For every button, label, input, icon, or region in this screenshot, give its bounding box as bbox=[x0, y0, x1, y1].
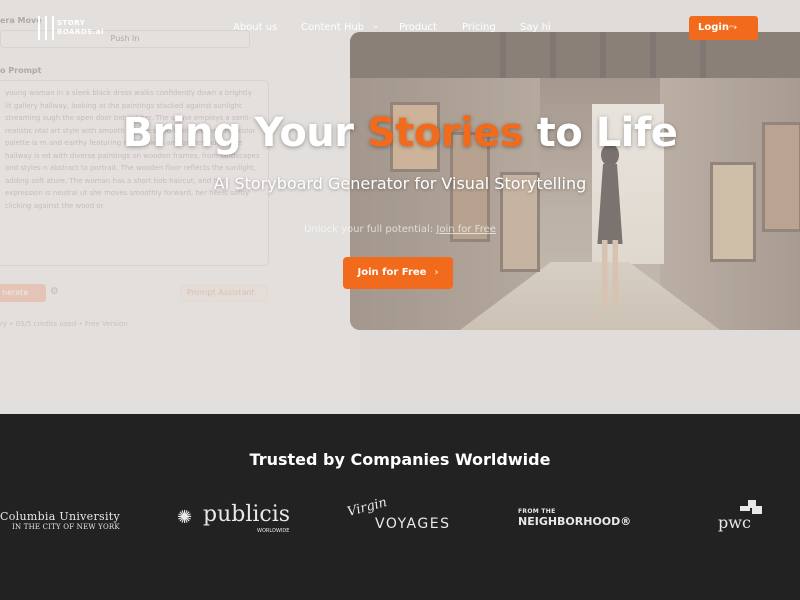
hero-section: era Move Push In o Prompt young woman in… bbox=[0, 0, 800, 414]
trusted-title: Trusted by Companies Worldwide bbox=[249, 450, 551, 469]
hero-title: Bring Your Stories to Life bbox=[0, 110, 800, 156]
pwc-name: pwc bbox=[718, 513, 751, 532]
top-navigation: STORY BOARDS.ai About us Content Hub ⌄ P… bbox=[0, 0, 800, 56]
join-for-free-button[interactable]: Join for Free › bbox=[343, 257, 453, 289]
columbia-tagline: IN THE CITY OF NEW YORK bbox=[12, 523, 120, 531]
logo-text-line2: BOARDS.ai bbox=[57, 28, 105, 36]
neighborhood-from: FROM THE bbox=[518, 508, 556, 515]
publicis-sub: WORLDWIDE bbox=[257, 528, 290, 534]
nav-item-product[interactable]: Product bbox=[399, 22, 437, 33]
nav-item-content-hub[interactable]: Content Hub bbox=[301, 22, 364, 33]
nav-item-about-us[interactable]: About us bbox=[233, 22, 277, 33]
login-label: Login bbox=[698, 22, 729, 33]
columbia-university-logo: Columbia University IN THE CITY OF NEW Y… bbox=[0, 510, 120, 531]
hero-overlay bbox=[0, 0, 800, 414]
columbia-name: Columbia University bbox=[0, 510, 121, 523]
voyages-word: VOYAGES bbox=[375, 516, 451, 532]
squiggle-arrow-icon: ⤳ bbox=[729, 22, 737, 33]
chevron-down-icon[interactable]: ⌄ bbox=[372, 21, 380, 31]
from-the-neighborhood-logo: FROM THE NEIGHBORHOOD® bbox=[518, 508, 631, 528]
logo-text-line1: STORY bbox=[57, 19, 86, 27]
storyboards-logo[interactable]: STORY BOARDS.ai bbox=[38, 16, 104, 40]
lion-emblem-icon: ✺ bbox=[177, 507, 193, 528]
publicis-name: publicis bbox=[203, 502, 291, 527]
nav-item-pricing[interactable]: Pricing bbox=[462, 22, 496, 33]
hero-note: Unlock your full potential: Join for Fre… bbox=[0, 224, 800, 235]
hero-note-text: Unlock your full potential: bbox=[304, 224, 437, 235]
join-for-free-label: Join for Free bbox=[357, 267, 427, 278]
logo-mark-icon bbox=[38, 16, 54, 40]
hero-subtitle: AI Storyboard Generator for Visual Story… bbox=[213, 174, 587, 193]
hero-title-accent: Stories bbox=[366, 110, 524, 156]
hero-title-end: to Life bbox=[523, 110, 678, 156]
trusted-by-section: Trusted by Companies Worldwide Columbia … bbox=[0, 414, 800, 600]
chevron-right-icon: › bbox=[434, 267, 439, 278]
hero-note-link[interactable]: Join for Free bbox=[436, 224, 496, 235]
hero-title-start: Bring Your bbox=[122, 110, 367, 156]
nav-item-say-hi[interactable]: Say hi bbox=[520, 22, 551, 33]
neighborhood-name: NEIGHBORHOOD® bbox=[518, 515, 632, 528]
login-button[interactable]: Login ⤳ bbox=[689, 16, 758, 40]
